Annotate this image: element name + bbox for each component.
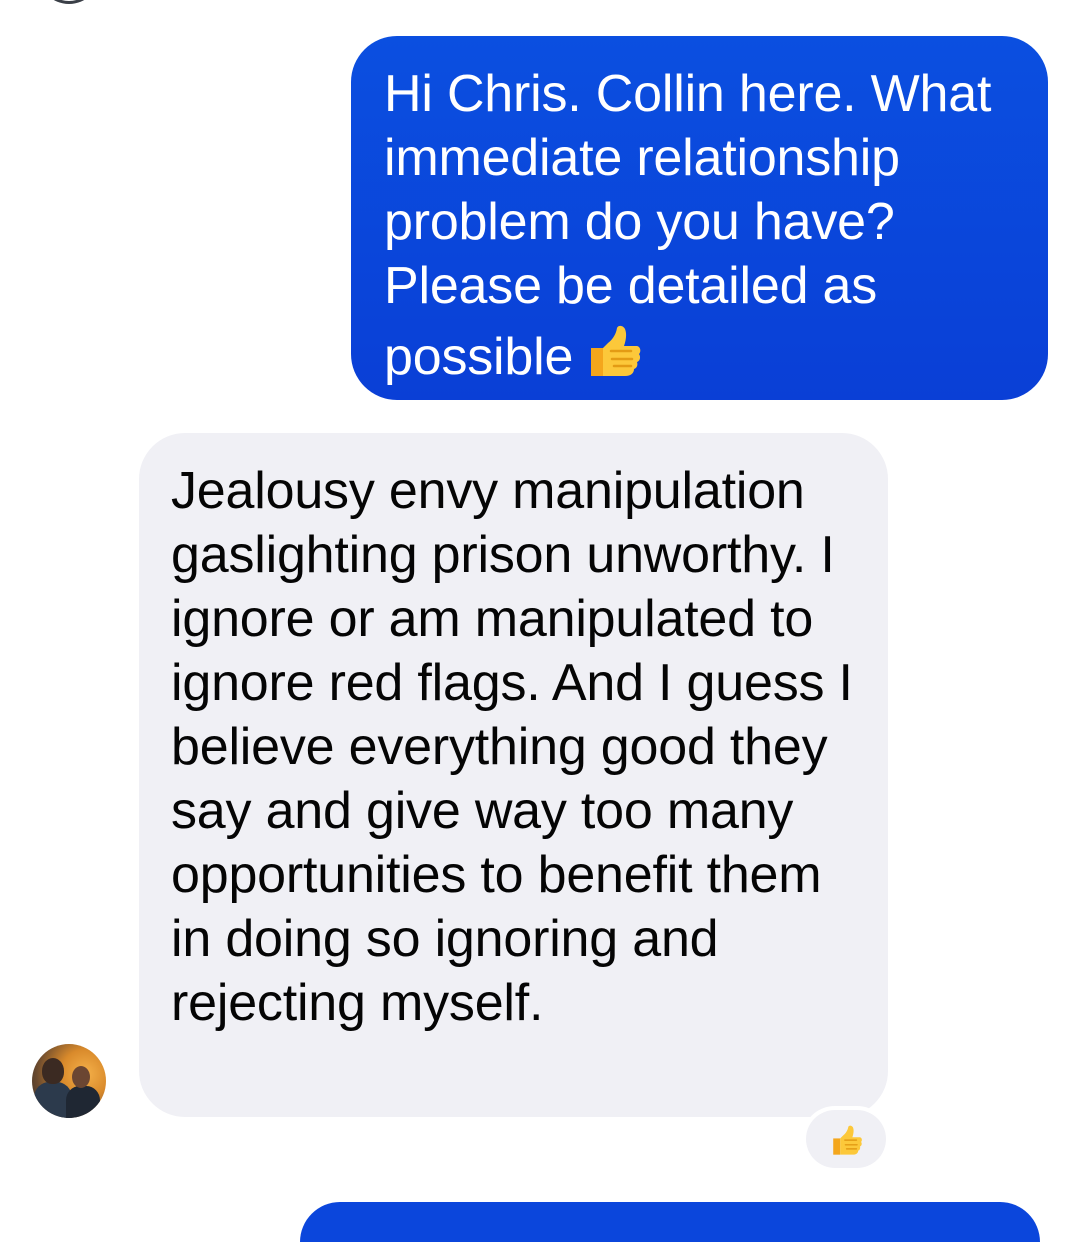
avatar-figure-right-head: [72, 1066, 90, 1088]
outgoing-message-bubble[interactable]: Hi Chris. Collin here. What immediate re…: [351, 36, 1048, 400]
incoming-message-bubble[interactable]: Jealousy envy manipulation gaslighting p…: [139, 433, 888, 1117]
thumbs-up-icon: [833, 1125, 862, 1155]
next-outgoing-bubble-edge: [300, 1202, 1040, 1242]
avatar-figure-left-head: [42, 1058, 64, 1084]
incoming-message-text: Jealousy envy manipulation gaslighting p…: [171, 462, 853, 1032]
previous-avatar-edge: [38, 0, 100, 4]
thumbs-up-icon: [585, 318, 641, 380]
avatar-figure-right-body: [66, 1086, 100, 1118]
avatar[interactable]: [32, 1044, 106, 1118]
message-reaction[interactable]: [806, 1110, 886, 1168]
outgoing-message-text: Hi Chris. Collin here. What immediate re…: [384, 65, 992, 386]
